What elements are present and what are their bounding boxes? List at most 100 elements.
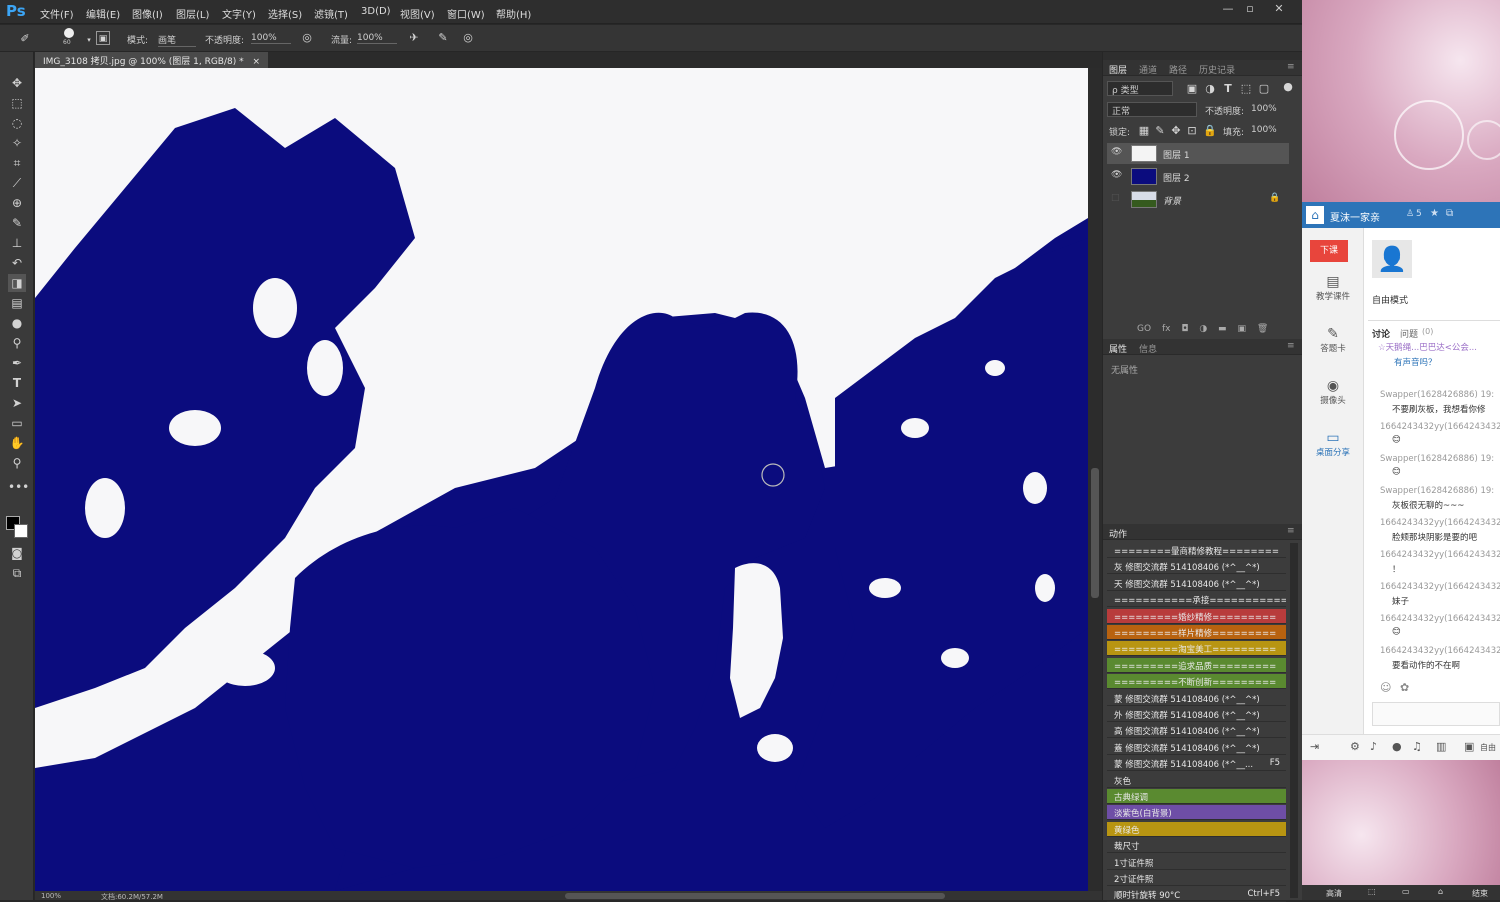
layer-filter-select[interactable]: ρ 类型 bbox=[1107, 81, 1173, 96]
erase-history-icon[interactable]: ✎ bbox=[436, 31, 450, 45]
move-tool-icon[interactable]: ✥ bbox=[8, 74, 26, 92]
opacity-input[interactable]: 100% bbox=[251, 33, 291, 44]
camera-nav[interactable]: ◉ 摄像头 bbox=[1310, 378, 1356, 406]
lasso-tool-icon[interactable]: ◌ bbox=[8, 114, 26, 132]
background-color[interactable] bbox=[14, 524, 28, 538]
blur-tool-icon[interactable]: ● bbox=[8, 314, 26, 332]
mode-select[interactable]: 画笔 bbox=[158, 33, 196, 47]
delete-layer-icon[interactable]: 🗑 bbox=[1257, 324, 1268, 334]
crop-tool-icon[interactable]: ⌗ bbox=[8, 154, 26, 172]
action-item[interactable]: =========淘宝美工========= bbox=[1107, 641, 1286, 657]
menu-layer[interactable]: 图层(L) bbox=[176, 6, 209, 21]
menu-window[interactable]: 窗口(W) bbox=[447, 6, 485, 21]
tab-channels[interactable]: 通道 bbox=[1139, 63, 1157, 76]
panel-menu-icon[interactable]: ≡ bbox=[1287, 526, 1295, 536]
panel-menu-icon[interactable]: ≡ bbox=[1287, 62, 1295, 72]
tab-discussion[interactable]: 讨论 bbox=[1372, 327, 1390, 340]
home-icon[interactable]: ⌂ bbox=[1306, 206, 1324, 224]
action-item[interactable]: 古典绿调 bbox=[1107, 789, 1286, 804]
fill-input[interactable]: 100% bbox=[1251, 125, 1277, 135]
panel-menu-icon[interactable]: ≡ bbox=[1287, 341, 1295, 351]
chevron-down-icon[interactable]: ▾ bbox=[82, 33, 96, 47]
gradient-tool-icon[interactable]: ▤ bbox=[8, 294, 26, 312]
mode-label[interactable]: 自由模式 bbox=[1372, 293, 1408, 306]
menu-view[interactable]: 视图(V) bbox=[400, 6, 435, 21]
pressure-size-icon[interactable]: ◎ bbox=[461, 31, 475, 45]
filter-pixel-icon[interactable]: ▣ bbox=[1185, 82, 1199, 96]
menu-help[interactable]: 帮助(H) bbox=[496, 6, 531, 21]
action-item[interactable]: =========样片精修========= bbox=[1107, 625, 1286, 640]
tab-questions[interactable]: 问题 bbox=[1400, 327, 1418, 340]
action-item[interactable]: 蒙 修图交流群 514108406 (*^__... F5 bbox=[1107, 756, 1286, 772]
lock-position-icon[interactable]: ✥ bbox=[1169, 124, 1183, 138]
filter-smart-icon[interactable]: ▢ bbox=[1257, 82, 1271, 96]
quick-select-tool-icon[interactable]: ✧ bbox=[8, 134, 26, 152]
action-item[interactable]: 天 修图交流群 514108406 (*^__^*) bbox=[1107, 576, 1286, 591]
action-item[interactable]: =========婚纱精修========= bbox=[1107, 608, 1286, 624]
fx-icon[interactable]: fx bbox=[1162, 324, 1171, 334]
action-item[interactable]: 1寸证件照 bbox=[1107, 855, 1286, 870]
tab-paths[interactable]: 路径 bbox=[1169, 63, 1187, 76]
actions-scrollbar[interactable] bbox=[1290, 543, 1298, 898]
document-tab[interactable]: IMG_3108 拷贝.jpg @ 100% (图层 1, RGB/8) * × bbox=[35, 52, 269, 68]
answer-card-nav[interactable]: ✎ 答题卡 bbox=[1310, 326, 1356, 354]
zoom-tool-icon[interactable]: ⚲ bbox=[8, 454, 26, 472]
adjustment-layer-icon[interactable]: ◑ bbox=[1199, 324, 1207, 334]
screen-mode-icon[interactable]: ⧉ bbox=[8, 564, 26, 582]
close-tab-icon[interactable]: × bbox=[253, 57, 261, 67]
chat-input[interactable] bbox=[1372, 702, 1500, 726]
menu-select[interactable]: 选择(S) bbox=[268, 6, 302, 21]
brush-tool-icon[interactable]: ✎ bbox=[8, 214, 26, 232]
menu-edit[interactable]: 编辑(E) bbox=[86, 6, 120, 21]
dodge-tool-icon[interactable]: ⚲ bbox=[8, 334, 26, 352]
action-item[interactable]: 裁尺寸 bbox=[1107, 838, 1286, 854]
menu-file[interactable]: 文件(F) bbox=[40, 6, 74, 21]
layer-row[interactable]: □ 背景 🔒 bbox=[1107, 189, 1289, 210]
eyedropper-tool-icon[interactable]: ⟋ bbox=[8, 174, 26, 192]
layer-row[interactable]: 👁 图层 2 bbox=[1107, 166, 1289, 187]
visibility-eye-icon[interactable]: 👁 bbox=[1111, 170, 1123, 180]
new-layer-icon[interactable]: ▣ bbox=[1237, 324, 1246, 334]
emoji-icon[interactable]: ☺ bbox=[1380, 681, 1391, 694]
flow-input[interactable]: 100% bbox=[357, 33, 397, 44]
action-item[interactable]: =========不断创新========= bbox=[1107, 674, 1286, 690]
action-item[interactable]: 灰色 bbox=[1107, 773, 1286, 788]
record-icon[interactable]: ▣ bbox=[1464, 740, 1474, 753]
pen-tool-icon[interactable]: ✒ bbox=[8, 354, 26, 372]
star-icon[interactable]: ★ bbox=[1430, 208, 1439, 219]
canvas[interactable] bbox=[35, 68, 1088, 891]
airbrush-icon[interactable]: ✈ bbox=[407, 31, 421, 45]
filter-adjust-icon[interactable]: ◑ bbox=[1203, 82, 1217, 96]
microphone-icon[interactable]: ● bbox=[1392, 740, 1402, 753]
filter-shape-icon[interactable]: ⬚ bbox=[1239, 82, 1253, 96]
new-group-icon[interactable]: ▬ bbox=[1218, 324, 1227, 334]
hd-button[interactable]: 高清 bbox=[1326, 888, 1342, 899]
action-item[interactable]: 高 修图交流群 514108406 (*^__^*) bbox=[1107, 723, 1286, 739]
share-icon[interactable]: ⧉ bbox=[1446, 208, 1453, 219]
more-tools-icon[interactable]: ••• bbox=[8, 478, 29, 496]
maximize-button[interactable]: ▫ bbox=[1241, 2, 1259, 16]
speaker-icon[interactable]: ♪ bbox=[1370, 740, 1377, 753]
action-item[interactable]: 2寸证件照 bbox=[1107, 871, 1286, 886]
visibility-eye-icon[interactable]: 👁 bbox=[1111, 147, 1123, 157]
path-select-tool-icon[interactable]: ➤ bbox=[8, 394, 26, 412]
fullscreen-icon[interactable]: ⬚ bbox=[1368, 887, 1376, 896]
menu-3d[interactable]: 3D(D) bbox=[361, 6, 391, 17]
zoom-level[interactable]: 100% bbox=[41, 892, 61, 900]
end-button[interactable]: 结束 bbox=[1472, 888, 1488, 899]
action-item[interactable]: 灰 修图交流群 514108406 (*^__^*) bbox=[1107, 559, 1286, 575]
link-layers-icon[interactable]: GO bbox=[1137, 324, 1151, 334]
layer-opacity-input[interactable]: 100% bbox=[1251, 104, 1277, 114]
pressure-opacity-icon[interactable]: ◎ bbox=[300, 31, 314, 45]
action-item[interactable]: 黄绿色 bbox=[1107, 821, 1286, 837]
tab-layers[interactable]: 图层 bbox=[1109, 63, 1127, 76]
lock-pixels-icon[interactable]: ✎ bbox=[1153, 124, 1167, 138]
healing-tool-icon[interactable]: ⊕ bbox=[8, 194, 26, 212]
minimize-button[interactable]: — bbox=[1219, 2, 1237, 16]
window-icon[interactable]: ▭ bbox=[1402, 887, 1410, 896]
flower-icon[interactable]: ✿ bbox=[1400, 681, 1409, 694]
action-item[interactable]: 蓋 修图交流群 514108406 (*^__^*) bbox=[1107, 740, 1286, 755]
eraser-tool-icon[interactable]: ◨ bbox=[8, 274, 26, 292]
hand-tool-icon[interactable]: ✋ bbox=[8, 434, 26, 452]
settings-icon[interactable]: ⚙ bbox=[1350, 740, 1360, 753]
